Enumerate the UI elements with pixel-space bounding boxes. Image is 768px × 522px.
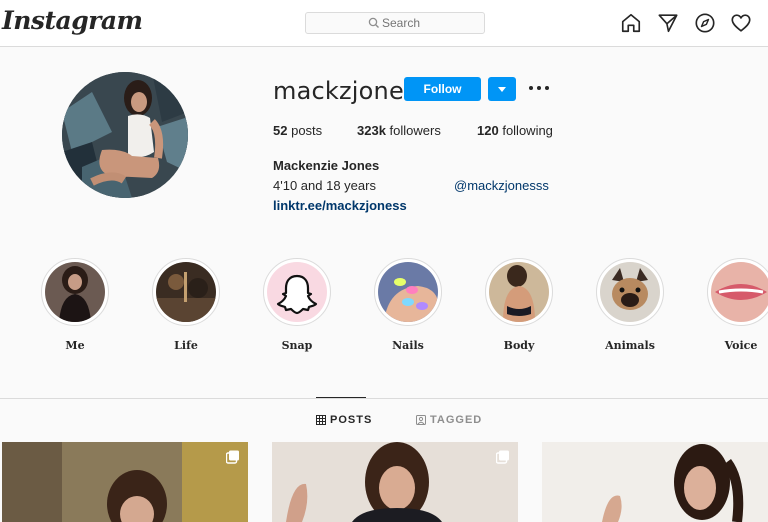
profile-full-name: Mackenzie Jones — [273, 158, 380, 173]
posts-count-stat: 52 posts — [273, 123, 322, 138]
highlight-cover-image — [489, 262, 549, 322]
highlight-label: Life — [174, 339, 198, 352]
multiple-photos-icon — [496, 450, 509, 464]
grid-icon — [316, 415, 326, 426]
suggested-accounts-dropdown-button[interactable] — [488, 77, 516, 101]
highlight-me[interactable]: Me — [40, 258, 110, 352]
profile-avatar[interactable] — [62, 72, 188, 198]
tab-tagged[interactable]: TAGGED — [416, 414, 482, 426]
bio-external-link[interactable]: linktr.ee/mackzjoness — [273, 198, 407, 213]
profile-username: mackzjones — [273, 77, 417, 105]
search-input[interactable] — [306, 13, 484, 33]
highlight-label: Snap — [281, 339, 313, 352]
highlight-label: Me — [65, 339, 85, 352]
highlight-cover-image — [600, 262, 660, 322]
highlight-label: Nails — [392, 339, 424, 352]
post-thumbnail[interactable] — [272, 442, 518, 522]
highlight-life[interactable]: Life — [151, 258, 221, 352]
bio-mention-link[interactable]: @mackzjonesss — [454, 178, 549, 193]
highlight-label: Animals — [605, 339, 655, 352]
posts-label: posts — [291, 123, 323, 138]
explore-icon[interactable] — [694, 12, 716, 34]
post-image — [542, 442, 768, 522]
followers-label: followers — [389, 123, 441, 138]
highlight-cover-image — [378, 262, 438, 322]
home-icon[interactable] — [620, 12, 642, 34]
highlight-label: Voice — [724, 339, 758, 352]
highlight-cover-image — [156, 262, 216, 322]
search-box[interactable] — [305, 12, 485, 34]
tab-tagged-label: TAGGED — [430, 414, 483, 426]
post-image — [272, 442, 518, 522]
instagram-logo[interactable]: Instagram — [2, 6, 143, 35]
profile-photo — [62, 72, 188, 198]
highlight-cover-image — [711, 262, 768, 322]
snapchat-ghost-icon — [276, 274, 318, 315]
following-count: 120 — [477, 123, 499, 138]
post-thumbnail[interactable] — [2, 442, 248, 522]
follow-button[interactable]: Follow — [404, 77, 481, 101]
highlight-body[interactable]: Body — [484, 258, 554, 352]
posts-count: 52 — [273, 123, 288, 138]
highlight-snap[interactable]: Snap — [262, 258, 332, 352]
direct-message-icon[interactable] — [657, 12, 679, 34]
highlight-nails[interactable]: Nails — [373, 258, 443, 352]
top-navigation-bar: Instagram — [0, 0, 768, 47]
post-image — [2, 442, 248, 522]
highlight-animals[interactable]: Animals — [595, 258, 665, 352]
following-label: following — [502, 123, 553, 138]
active-tab-indicator — [316, 397, 366, 398]
highlight-label: Body — [503, 339, 535, 352]
post-thumbnail[interactable] — [542, 442, 768, 522]
followers-count-stat[interactable]: 323k followers — [357, 123, 441, 138]
multiple-photos-icon — [226, 450, 239, 464]
following-count-stat[interactable]: 120 following — [477, 123, 553, 138]
tab-posts-label: POSTS — [330, 414, 373, 426]
highlight-voice[interactable]: Voice — [706, 258, 768, 352]
tabs-divider — [0, 398, 768, 399]
more-options-icon[interactable] — [527, 80, 551, 96]
activity-heart-icon[interactable] — [730, 12, 752, 34]
tab-posts[interactable]: POSTS — [316, 414, 372, 426]
followers-count: 323k — [357, 123, 386, 138]
bio-text: 4'10 and 18 years — [273, 178, 376, 193]
highlight-cover-image — [45, 262, 105, 322]
tagged-user-icon — [416, 415, 426, 426]
